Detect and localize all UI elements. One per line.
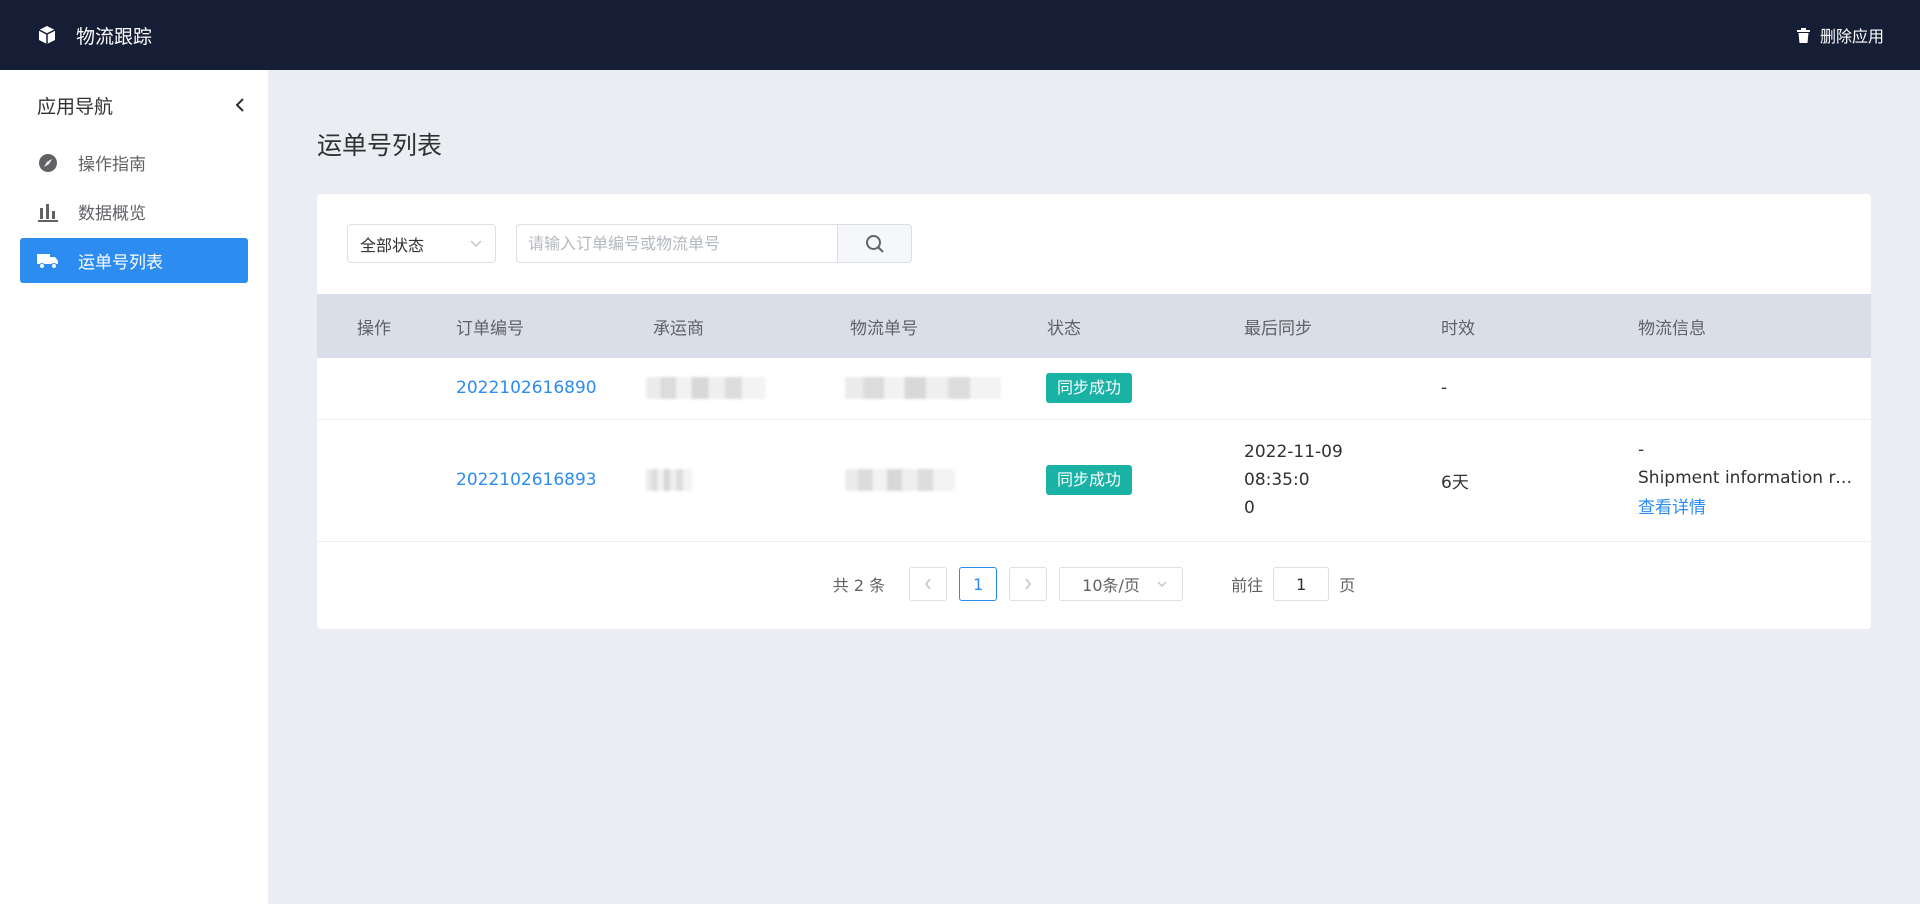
status-badge: 同步成功 — [1046, 373, 1133, 404]
cell-status: 同步成功 — [1007, 358, 1204, 420]
waybill-card: 全部状态 操作 订单编号 承运商 — [317, 194, 1871, 629]
cell-last-sync — [1204, 358, 1401, 420]
cell-carrier — [613, 419, 810, 542]
app-brand: 物流跟踪 — [36, 22, 152, 49]
top-bar: 物流跟踪 删除应用 — [0, 0, 1920, 70]
last-sync-text: 2022-11-09 08:35:0 — [1244, 442, 1343, 490]
column-header-logistics-info: 物流信息 — [1598, 294, 1871, 358]
sidebar-item-guide[interactable]: 操作指南 — [20, 140, 248, 185]
delete-app-label: 删除应用 — [1819, 27, 1884, 46]
sidebar: 应用导航 操作指南 数据概览 运单号列表 — [0, 70, 268, 904]
collapse-sidebar-button[interactable] — [230, 95, 250, 115]
table-header-row: 操作 订单编号 承运商 物流单号 状态 最后同步 时效 物流信息 — [317, 294, 1871, 358]
pagination-total: 共 2 条 — [832, 576, 886, 595]
redacted-carrier — [646, 469, 692, 491]
sidebar-item-waybill-list[interactable]: 运单号列表 — [20, 238, 248, 283]
chevron-right-icon — [1025, 578, 1032, 590]
order-no-link[interactable]: 2022102616893 — [456, 470, 597, 490]
redacted-tracking-no — [845, 377, 1001, 400]
prev-page-button[interactable] — [909, 567, 948, 601]
cube-icon — [36, 24, 58, 46]
goto-suffix: 页 — [1339, 576, 1356, 595]
waybill-table: 操作 订单编号 承运商 物流单号 状态 最后同步 时效 物流信息 2022102… — [317, 294, 1871, 542]
search-button[interactable] — [837, 224, 912, 263]
search-group — [516, 224, 912, 263]
goto-page: 前往 页 — [1231, 567, 1355, 601]
sidebar-item-label: 数据概览 — [78, 204, 146, 224]
view-details-link[interactable]: 查看详情 — [1638, 492, 1871, 524]
nav-header-title: 应用导航 — [37, 95, 114, 118]
table-row: 2022102616890 同步成功 - — [317, 358, 1871, 420]
page-size-value: 10条/页 — [1082, 576, 1140, 595]
column-header-order-no: 订单编号 — [416, 294, 613, 358]
column-header-tracking-no: 物流单号 — [810, 294, 1007, 358]
next-page-button[interactable] — [1009, 567, 1048, 601]
cell-carrier — [613, 358, 810, 420]
last-sync-text-wrap: 0 — [1244, 498, 1255, 518]
cell-order-no: 2022102616890 — [416, 358, 613, 420]
bar-chart-icon — [37, 201, 59, 223]
goto-label: 前往 — [1231, 576, 1264, 595]
column-header-action: 操作 — [317, 294, 416, 358]
cell-action — [317, 419, 416, 542]
chevron-left-icon — [235, 98, 244, 112]
cell-tracking-no — [810, 358, 1007, 420]
app-title: 物流跟踪 — [76, 25, 153, 48]
chevron-left-icon — [925, 578, 931, 590]
column-header-carrier: 承运商 — [613, 294, 810, 358]
sidebar-item-label: 运单号列表 — [78, 253, 163, 273]
main-content: 运单号列表 全部状态 操作 — [268, 70, 1920, 904]
redacted-tracking-no — [845, 469, 955, 491]
cell-action — [317, 358, 416, 420]
chevron-down-icon — [469, 237, 483, 251]
compass-icon — [37, 152, 59, 174]
column-header-last-sync: 最后同步 — [1204, 294, 1401, 358]
status-badge: 同步成功 — [1046, 465, 1133, 495]
cell-logistics-info: - Shipment information re... 查看详情 — [1598, 419, 1871, 542]
status-filter-select[interactable]: 全部状态 — [347, 224, 496, 263]
redacted-carrier — [646, 377, 766, 400]
search-input[interactable] — [516, 224, 837, 263]
goto-page-input[interactable] — [1273, 567, 1330, 601]
pagination: 共 2 条 1 10条/页 前往 页 — [317, 567, 1871, 601]
cell-order-no: 2022102616893 — [416, 419, 613, 542]
column-header-duration: 时效 — [1401, 294, 1598, 358]
logistics-info-dash: - — [1638, 440, 1645, 460]
cell-last-sync: 2022-11-09 08:35:0 0 — [1204, 419, 1401, 542]
status-filter-value: 全部状态 — [360, 235, 425, 255]
sidebar-item-overview[interactable]: 数据概览 — [20, 189, 248, 234]
nav-header: 应用导航 — [0, 70, 268, 140]
page-title: 运单号列表 — [317, 131, 443, 160]
cell-duration: - — [1401, 358, 1598, 420]
cell-duration: 6天 — [1401, 419, 1598, 542]
cell-status: 同步成功 — [1007, 419, 1204, 542]
cell-tracking-no — [810, 419, 1007, 542]
trash-icon — [1796, 27, 1812, 43]
order-no-link[interactable]: 2022102616890 — [456, 378, 597, 398]
search-icon — [865, 234, 884, 253]
truck-icon — [37, 250, 59, 272]
page-size-select[interactable]: 10条/页 — [1059, 567, 1184, 601]
chevron-down-icon — [1157, 581, 1167, 588]
delete-app-button[interactable]: 删除应用 — [1796, 0, 1884, 70]
sidebar-item-label: 操作指南 — [78, 155, 146, 175]
page-number-button[interactable]: 1 — [959, 567, 998, 601]
logistics-info-text: Shipment information re... — [1638, 468, 1862, 488]
column-header-status: 状态 — [1007, 294, 1204, 358]
toolbar: 全部状态 — [347, 224, 912, 263]
table-row: 2022102616893 同步成功 2022-11-09 08:35:0 0 … — [317, 419, 1871, 542]
cell-logistics-info — [1598, 358, 1871, 420]
